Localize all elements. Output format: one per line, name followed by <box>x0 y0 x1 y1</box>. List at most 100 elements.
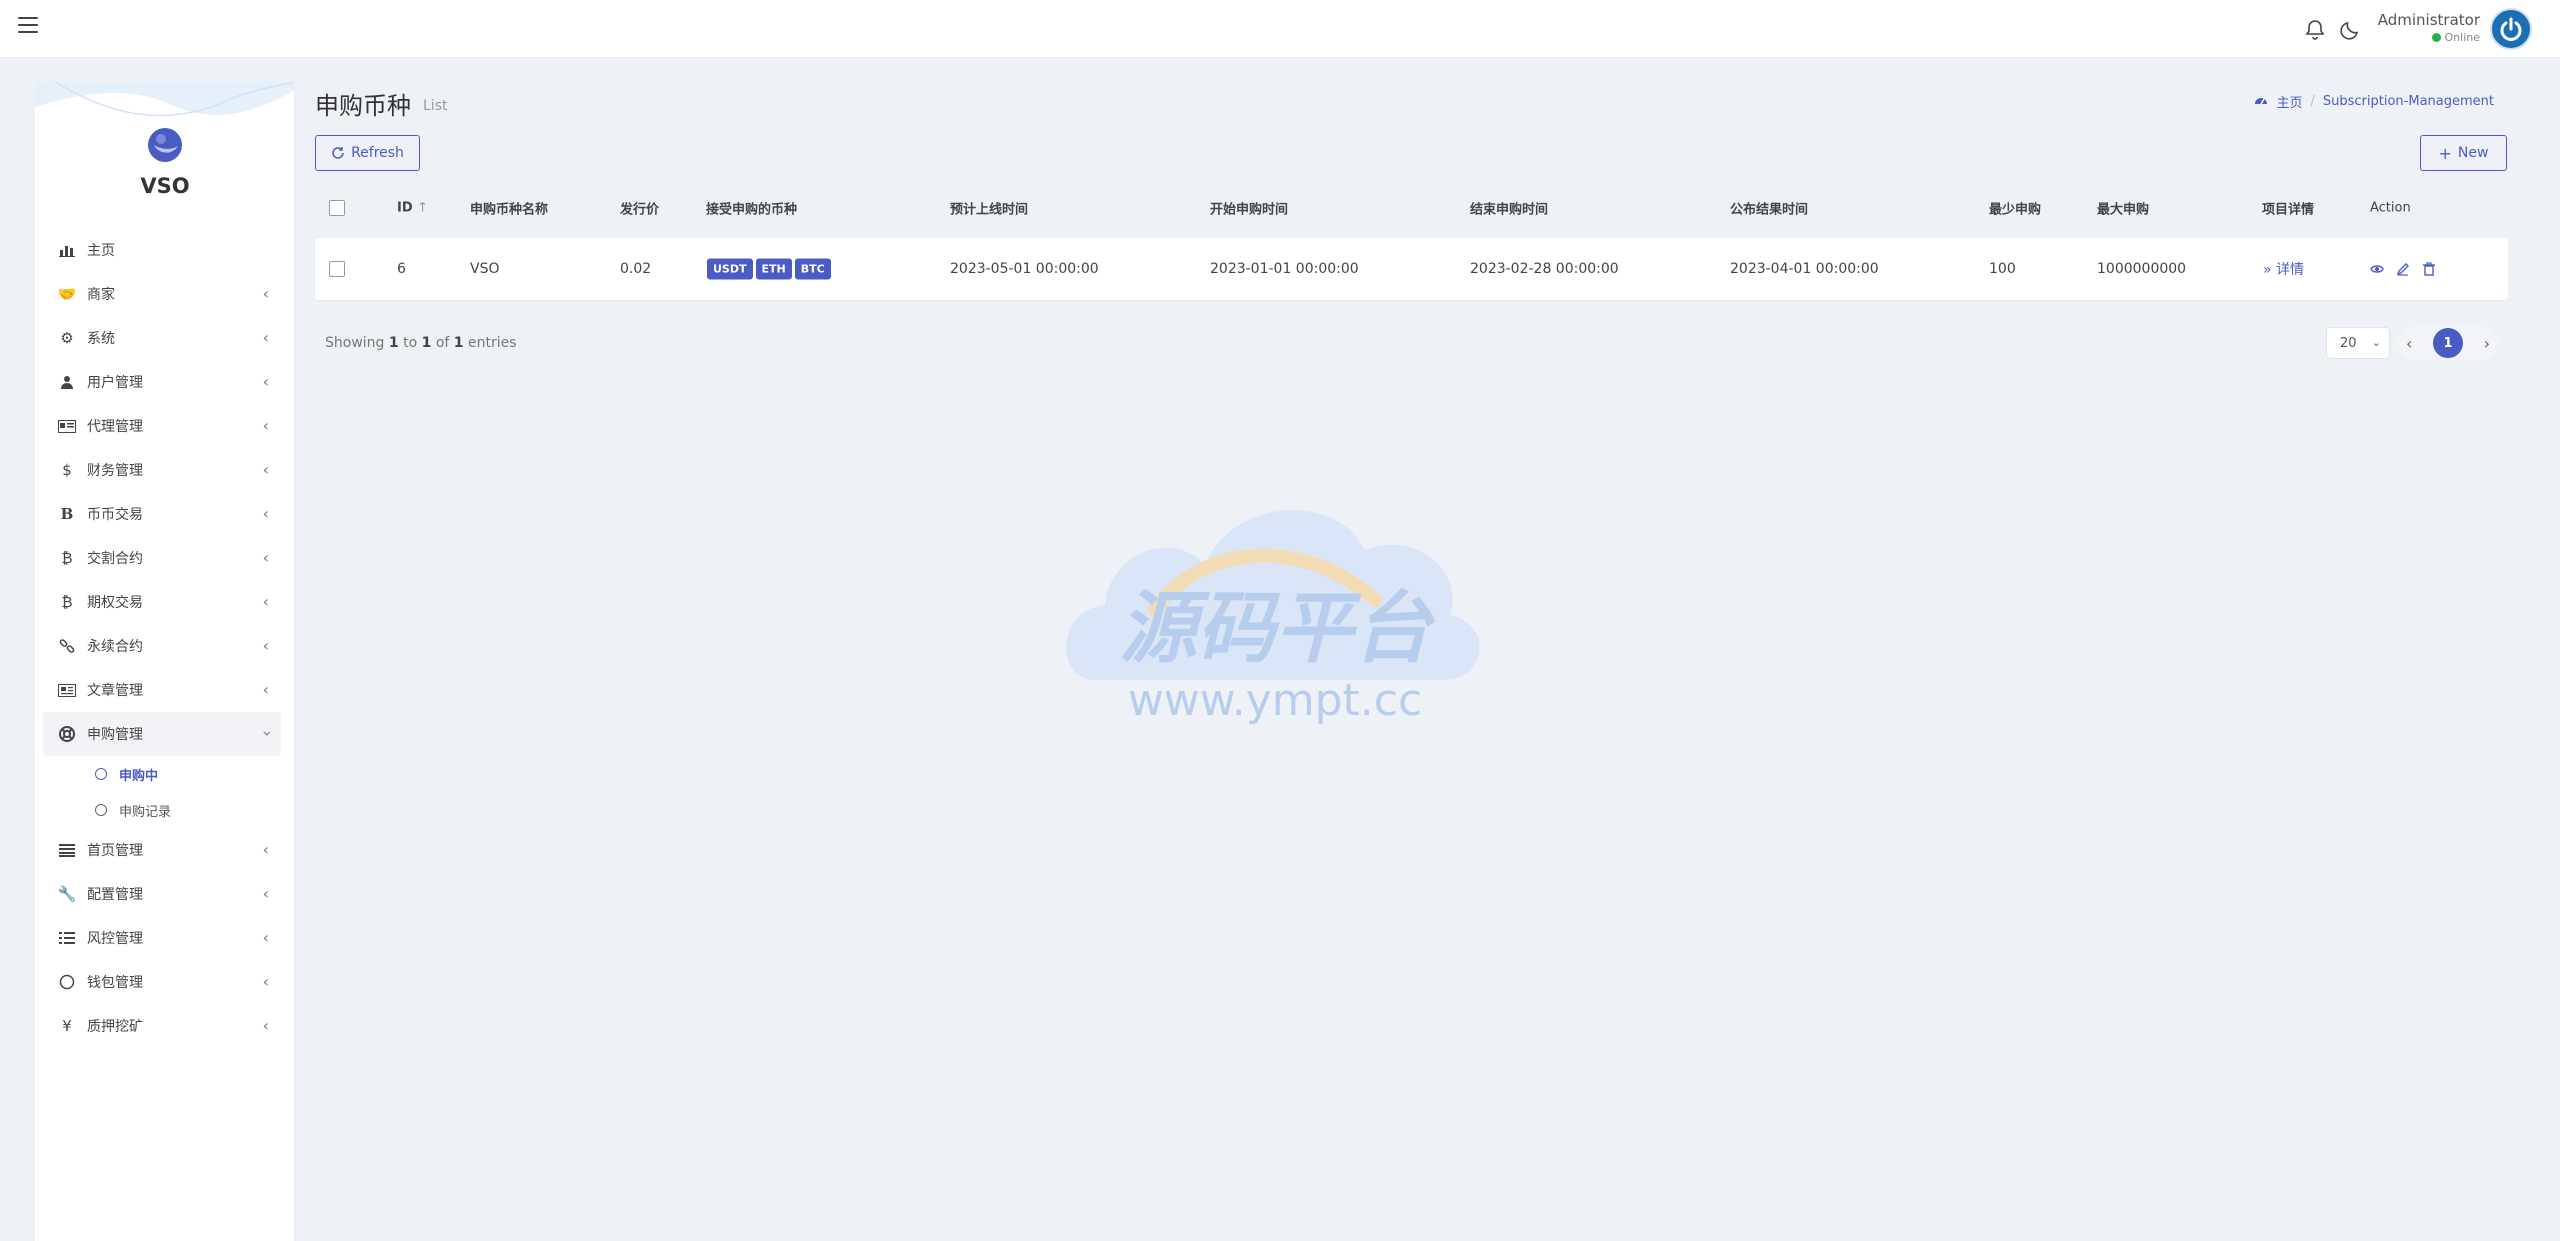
cell-result-time: 2023-04-01 00:00:00 <box>1730 261 1879 277</box>
sidebar-item-finance[interactable]: $ 财务管理 ‹ <box>43 448 281 492</box>
chevron-left-icon: ‹ <box>262 636 269 655</box>
sidebar-item-label: 交割合约 <box>87 551 143 567</box>
sidebar-item-delivery-contract[interactable]: ₿ 交割合约 ‹ <box>43 536 281 580</box>
eye-icon[interactable] <box>2370 262 2384 276</box>
link-icon <box>57 638 77 654</box>
online-dot-icon <box>2431 33 2441 42</box>
prev-page-button[interactable]: ‹ <box>2406 334 2412 353</box>
wrench-icon: 🔧 <box>57 885 77 903</box>
refresh-label: Refresh <box>351 145 404 161</box>
sidebar-menu: 主页 🤝 商家 ‹ ⚙ 系统 ‹ 用户管理 ‹ 代理管理 ‹ $ 财务管理 ‹ … <box>43 228 281 1048</box>
moon-icon[interactable] <box>2338 18 2362 42</box>
brand-name: VSO <box>140 174 190 198</box>
sidebar-item-label: 质押挖矿 <box>87 1019 143 1035</box>
sidebar-item-label: 风控管理 <box>87 931 143 947</box>
trash-icon[interactable] <box>2422 262 2436 276</box>
column-header-min[interactable]: 最少申购 <box>1989 199 2041 218</box>
chevron-left-icon: ‹ <box>262 884 269 903</box>
cell-id: 6 <box>397 261 406 277</box>
chevron-down-icon: ⌄ <box>2371 336 2381 349</box>
sidebar-item-options[interactable]: ₿ 期权交易 ‹ <box>43 580 281 624</box>
sidebar-item-label: 永续合约 <box>87 639 143 655</box>
column-header-name[interactable]: 申购币种名称 <box>470 199 548 218</box>
currency-badge: ETH <box>755 258 792 280</box>
column-header-listing-time[interactable]: 预计上线时间 <box>950 199 1028 218</box>
chevron-left-icon: ‹ <box>262 460 269 479</box>
sidebar-item-subscription[interactable]: 申购管理 ‹ <box>43 712 281 756</box>
sidebar-item-wallet[interactable]: 钱包管理 ‹ <box>43 960 281 1004</box>
brand-logo-icon <box>148 128 182 162</box>
newspaper-icon <box>57 683 77 697</box>
sidebar-item-label: 期权交易 <box>87 595 143 611</box>
sidebar-item-risk-control[interactable]: 风控管理 ‹ <box>43 916 281 960</box>
circle-icon <box>95 768 107 780</box>
column-header-max[interactable]: 最大申购 <box>2097 199 2149 218</box>
sidebar-item-users[interactable]: 用户管理 ‹ <box>43 360 281 404</box>
dollar-icon: $ <box>62 461 72 479</box>
sidebar-item-homepage-mgmt[interactable]: 首页管理 ‹ <box>43 828 281 872</box>
column-header-end-time[interactable]: 结束申购时间 <box>1470 199 1548 218</box>
sidebar-item-label: 主页 <box>87 243 115 259</box>
bitcoin-icon: ₿ <box>61 593 73 611</box>
chevron-left-icon: ‹ <box>262 972 269 991</box>
sidebar-item-merchant[interactable]: 🤝 商家 ‹ <box>43 272 281 316</box>
sidebar-item-articles[interactable]: 文章管理 ‹ <box>43 668 281 712</box>
column-header-currencies[interactable]: 接受申购的币种 <box>706 199 797 218</box>
sidebar-item-label: 申购管理 <box>87 727 143 743</box>
cell-min: 100 <box>1989 261 2016 277</box>
column-header-result-time[interactable]: 公布结果时间 <box>1730 199 1808 218</box>
menu-toggle-icon[interactable] <box>18 17 38 37</box>
avatar[interactable] <box>2490 8 2532 50</box>
breadcrumb: 主页 / Subscription-Management <box>2254 92 2494 111</box>
watermark-title: 源码平台 <box>1119 584 1436 674</box>
column-header-price[interactable]: 发行价 <box>620 199 659 218</box>
submenu-item-records[interactable]: 申购记录 <box>43 792 281 828</box>
sidebar-item-home[interactable]: 主页 <box>43 228 281 272</box>
chevron-left-icon: ‹ <box>262 328 269 347</box>
breadcrumb-home[interactable]: 主页 <box>2276 92 2302 111</box>
column-header-start-time[interactable]: 开始申购时间 <box>1210 199 1288 218</box>
sidebar-item-label: 商家 <box>87 287 115 303</box>
sidebar-item-system[interactable]: ⚙ 系统 ‹ <box>43 316 281 360</box>
new-button[interactable]: + New <box>2420 135 2507 171</box>
bell-icon[interactable] <box>2303 18 2327 42</box>
sidebar-item-label: 币币交易 <box>87 507 143 523</box>
cell-start-time: 2023-01-01 00:00:00 <box>1210 261 1359 277</box>
cell-price: 0.02 <box>620 261 652 277</box>
bold-b-icon: B <box>60 505 74 523</box>
column-header-id[interactable]: ID ↑ <box>397 201 428 216</box>
sidebar-item-label: 系统 <box>87 331 115 347</box>
page-button-current[interactable]: 1 <box>2433 328 2463 358</box>
cell-end-time: 2023-02-28 00:00:00 <box>1470 261 1619 277</box>
submenu-item-subscribing[interactable]: 申购中 <box>43 756 281 792</box>
row-checkbox[interactable] <box>329 261 345 277</box>
edit-icon[interactable] <box>2396 262 2410 276</box>
cell-max: 1000000000 <box>2097 261 2187 277</box>
list-alt-icon <box>57 931 77 945</box>
sidebar-item-config[interactable]: 🔧 配置管理 ‹ <box>43 872 281 916</box>
next-page-button[interactable]: › <box>2484 334 2490 353</box>
user-name[interactable]: Administrator <box>2378 11 2480 29</box>
chevron-left-icon: ‹ <box>262 416 269 435</box>
breadcrumb-separator: / <box>2310 94 2315 109</box>
detail-link[interactable]: » 详情 <box>2263 259 2304 279</box>
sidebar: VSO 主页 🤝 商家 ‹ ⚙ 系统 ‹ 用户管理 ‹ 代理管理 ‹ $ 财务管… <box>35 82 295 1241</box>
page-size-select[interactable]: 20 ⌄ <box>2326 327 2390 359</box>
new-label: New <box>2457 145 2489 161</box>
sidebar-item-staking[interactable]: ¥ 质押挖矿 ‹ <box>43 1004 281 1048</box>
id-card-icon <box>57 419 77 433</box>
bitcoin-icon: ₿ <box>61 549 73 567</box>
sidebar-item-agents[interactable]: 代理管理 ‹ <box>43 404 281 448</box>
sidebar-item-perpetual[interactable]: 永续合约 ‹ <box>43 624 281 668</box>
sidebar-item-spot-trading[interactable]: B 币币交易 ‹ <box>43 492 281 536</box>
user-status: Online <box>2431 31 2480 44</box>
sidebar-item-label: 用户管理 <box>87 375 143 391</box>
refresh-button[interactable]: Refresh <box>315 135 420 171</box>
watermark-url: www.ympt.cc <box>1128 675 1422 726</box>
select-all-checkbox[interactable] <box>329 200 345 216</box>
plus-icon: + <box>2438 143 2452 163</box>
submenu-item-label: 申购中 <box>119 768 159 784</box>
page-size-value: 20 <box>2340 335 2357 351</box>
user-status-text: Online <box>2444 31 2480 44</box>
power-icon <box>2500 17 2522 41</box>
